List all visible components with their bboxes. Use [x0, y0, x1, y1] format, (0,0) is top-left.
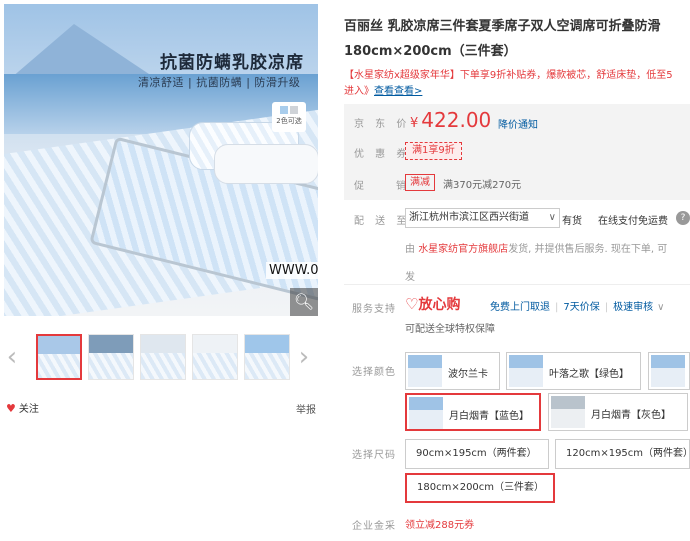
- thumbnail-4[interactable]: [192, 334, 238, 380]
- promotion-tag: 满减: [405, 174, 435, 191]
- service-label: 服务支持: [352, 304, 396, 315]
- promo-view-link[interactable]: 查看查看>: [374, 86, 422, 97]
- size-option-1[interactable]: 90cm×195cm（两件套）: [405, 439, 549, 469]
- gray-swatch: [290, 106, 298, 114]
- price-amount: 422.00: [421, 108, 492, 132]
- follow-label: 关注: [18, 404, 39, 415]
- service-item-2[interactable]: 7天价保: [563, 302, 599, 313]
- follow-button[interactable]: ♥ 关注: [6, 400, 39, 415]
- chevron-down-icon: ∨: [548, 212, 556, 223]
- address-selector[interactable]: 浙江杭州市滨江区西兴街道 ∨: [405, 208, 560, 228]
- color-option-label: 波尔兰卡: [448, 369, 488, 380]
- address-text: 浙江杭州市滨江区西兴街道: [409, 212, 529, 223]
- service-brand[interactable]: ♡放心购: [405, 294, 460, 314]
- product-title: 百丽丝 乳胶凉席三件套夏季席子双人空调席可折叠防滑: [344, 19, 661, 34]
- next-arrow-icon[interactable]: ›: [296, 342, 312, 372]
- ship-prefix: 由: [405, 244, 415, 255]
- price-label: 京 东 价: [354, 119, 411, 130]
- watermark: WWW.0818TUAN.COM: [266, 262, 318, 279]
- thumbnail-1[interactable]: [36, 334, 82, 380]
- report-link[interactable]: 举报: [296, 401, 316, 416]
- color-option-image: [408, 355, 442, 387]
- color-option-image: [409, 397, 443, 429]
- color-option-image: [509, 355, 543, 387]
- thumbnail-2[interactable]: [88, 334, 134, 380]
- coupon-tag[interactable]: 满1享9折: [405, 142, 462, 160]
- product-title-line2: 180cm×200cm（三件套）: [344, 44, 517, 59]
- color-option-1[interactable]: 波尔兰卡: [405, 352, 500, 390]
- shipping-info: 由 水星家纺官方旗舰店发货, 并提供售后服务. 现在下单, 可: [405, 240, 690, 255]
- promo-banner-line2: 进入》查看查看>: [344, 84, 422, 100]
- size-option-2[interactable]: 120cm×195cm（两件套）: [555, 439, 690, 469]
- image-subline: 清凉舒适 | 抗菌防螨 | 防滑升级: [138, 76, 301, 89]
- color-option-image: [651, 355, 685, 387]
- color-option-4[interactable]: 月白烟青【蓝色】: [405, 393, 541, 431]
- free-shipping-text: 在线支付免运费: [598, 216, 668, 227]
- promotion-text[interactable]: 满370元减270元: [443, 176, 521, 191]
- currency-symbol: ¥: [410, 116, 419, 131]
- color-count-label: 2色可选: [276, 117, 302, 125]
- color-option-label: 月白烟青【蓝色】: [449, 411, 529, 422]
- color-option-3[interactable]: [648, 352, 690, 390]
- color-option-label: 叶落之歌【绿色】: [549, 369, 629, 380]
- store-link[interactable]: 水星家纺官方旗舰店: [418, 244, 508, 255]
- price-drop-notify-link[interactable]: 降价通知: [498, 116, 538, 131]
- blue-swatch: [280, 106, 288, 114]
- divider: [344, 284, 690, 285]
- heart-check-icon: ♡: [405, 295, 419, 313]
- service-items: 免费上门取退 | 7天价保 | 极速审核 ∨: [490, 302, 665, 313]
- promo-banner-text[interactable]: 【水星家纺x超级家年华】下单享9折补贴券，爆款被芯，舒适床垫，低至5: [344, 68, 690, 84]
- color-label: 选择颜色: [352, 367, 396, 378]
- thumbnail-5[interactable]: [244, 334, 290, 380]
- color-count-badge: 2色可选: [272, 102, 306, 132]
- chevron-down-icon[interactable]: ∨: [657, 302, 664, 313]
- magnifier-icon[interactable]: 🔍︎: [290, 288, 318, 316]
- main-product-image[interactable]: 抗菌防螨乳胶凉席 清凉舒适 | 抗菌防螨 | 防滑升级 2色可选 WWW.081…: [4, 4, 318, 316]
- prev-arrow-icon[interactable]: ‹: [4, 342, 20, 372]
- size-label: 选择尺码: [352, 450, 396, 461]
- delivery-label: 配 送 至: [354, 216, 411, 227]
- promo-enter-text: 进入》: [344, 86, 374, 97]
- color-option-image: [551, 396, 585, 428]
- help-icon[interactable]: ?: [676, 211, 690, 225]
- thumbnail-strip: ‹ ›: [4, 330, 318, 386]
- service-item-1[interactable]: 免费上门取退: [490, 302, 550, 313]
- service-brand-label: 放心购: [418, 297, 461, 313]
- pillow-graphic-2: [214, 144, 318, 184]
- color-option-2[interactable]: 叶落之歌【绿色】: [506, 352, 641, 390]
- size-option-3[interactable]: 180cm×200cm（三件套）: [405, 473, 555, 503]
- promotion-label: 促 销: [354, 181, 410, 192]
- enterprise-label: 企业金采: [352, 521, 396, 532]
- enterprise-coupon-link[interactable]: 领立减288元券: [405, 516, 474, 531]
- stock-status: 有货: [562, 216, 582, 227]
- image-headline: 抗菌防螨乳胶凉席: [160, 53, 304, 73]
- service-item-3[interactable]: 极速审核: [613, 302, 653, 313]
- coupon-label: 优 惠 券: [354, 149, 411, 160]
- ship-wrap: 发: [405, 272, 415, 283]
- ship-suffix: 发货, 并提供售后服务. 现在下单, 可: [508, 244, 668, 255]
- thumbnail-3[interactable]: [140, 334, 186, 380]
- color-option-label: 月白烟青【灰色】: [591, 410, 671, 421]
- price-value: ¥422.00: [410, 108, 491, 132]
- color-option-5[interactable]: 月白烟青【灰色】: [548, 393, 688, 431]
- heart-icon: ♥: [6, 402, 16, 415]
- service-subtext: 可配送全球特权保障: [405, 324, 495, 335]
